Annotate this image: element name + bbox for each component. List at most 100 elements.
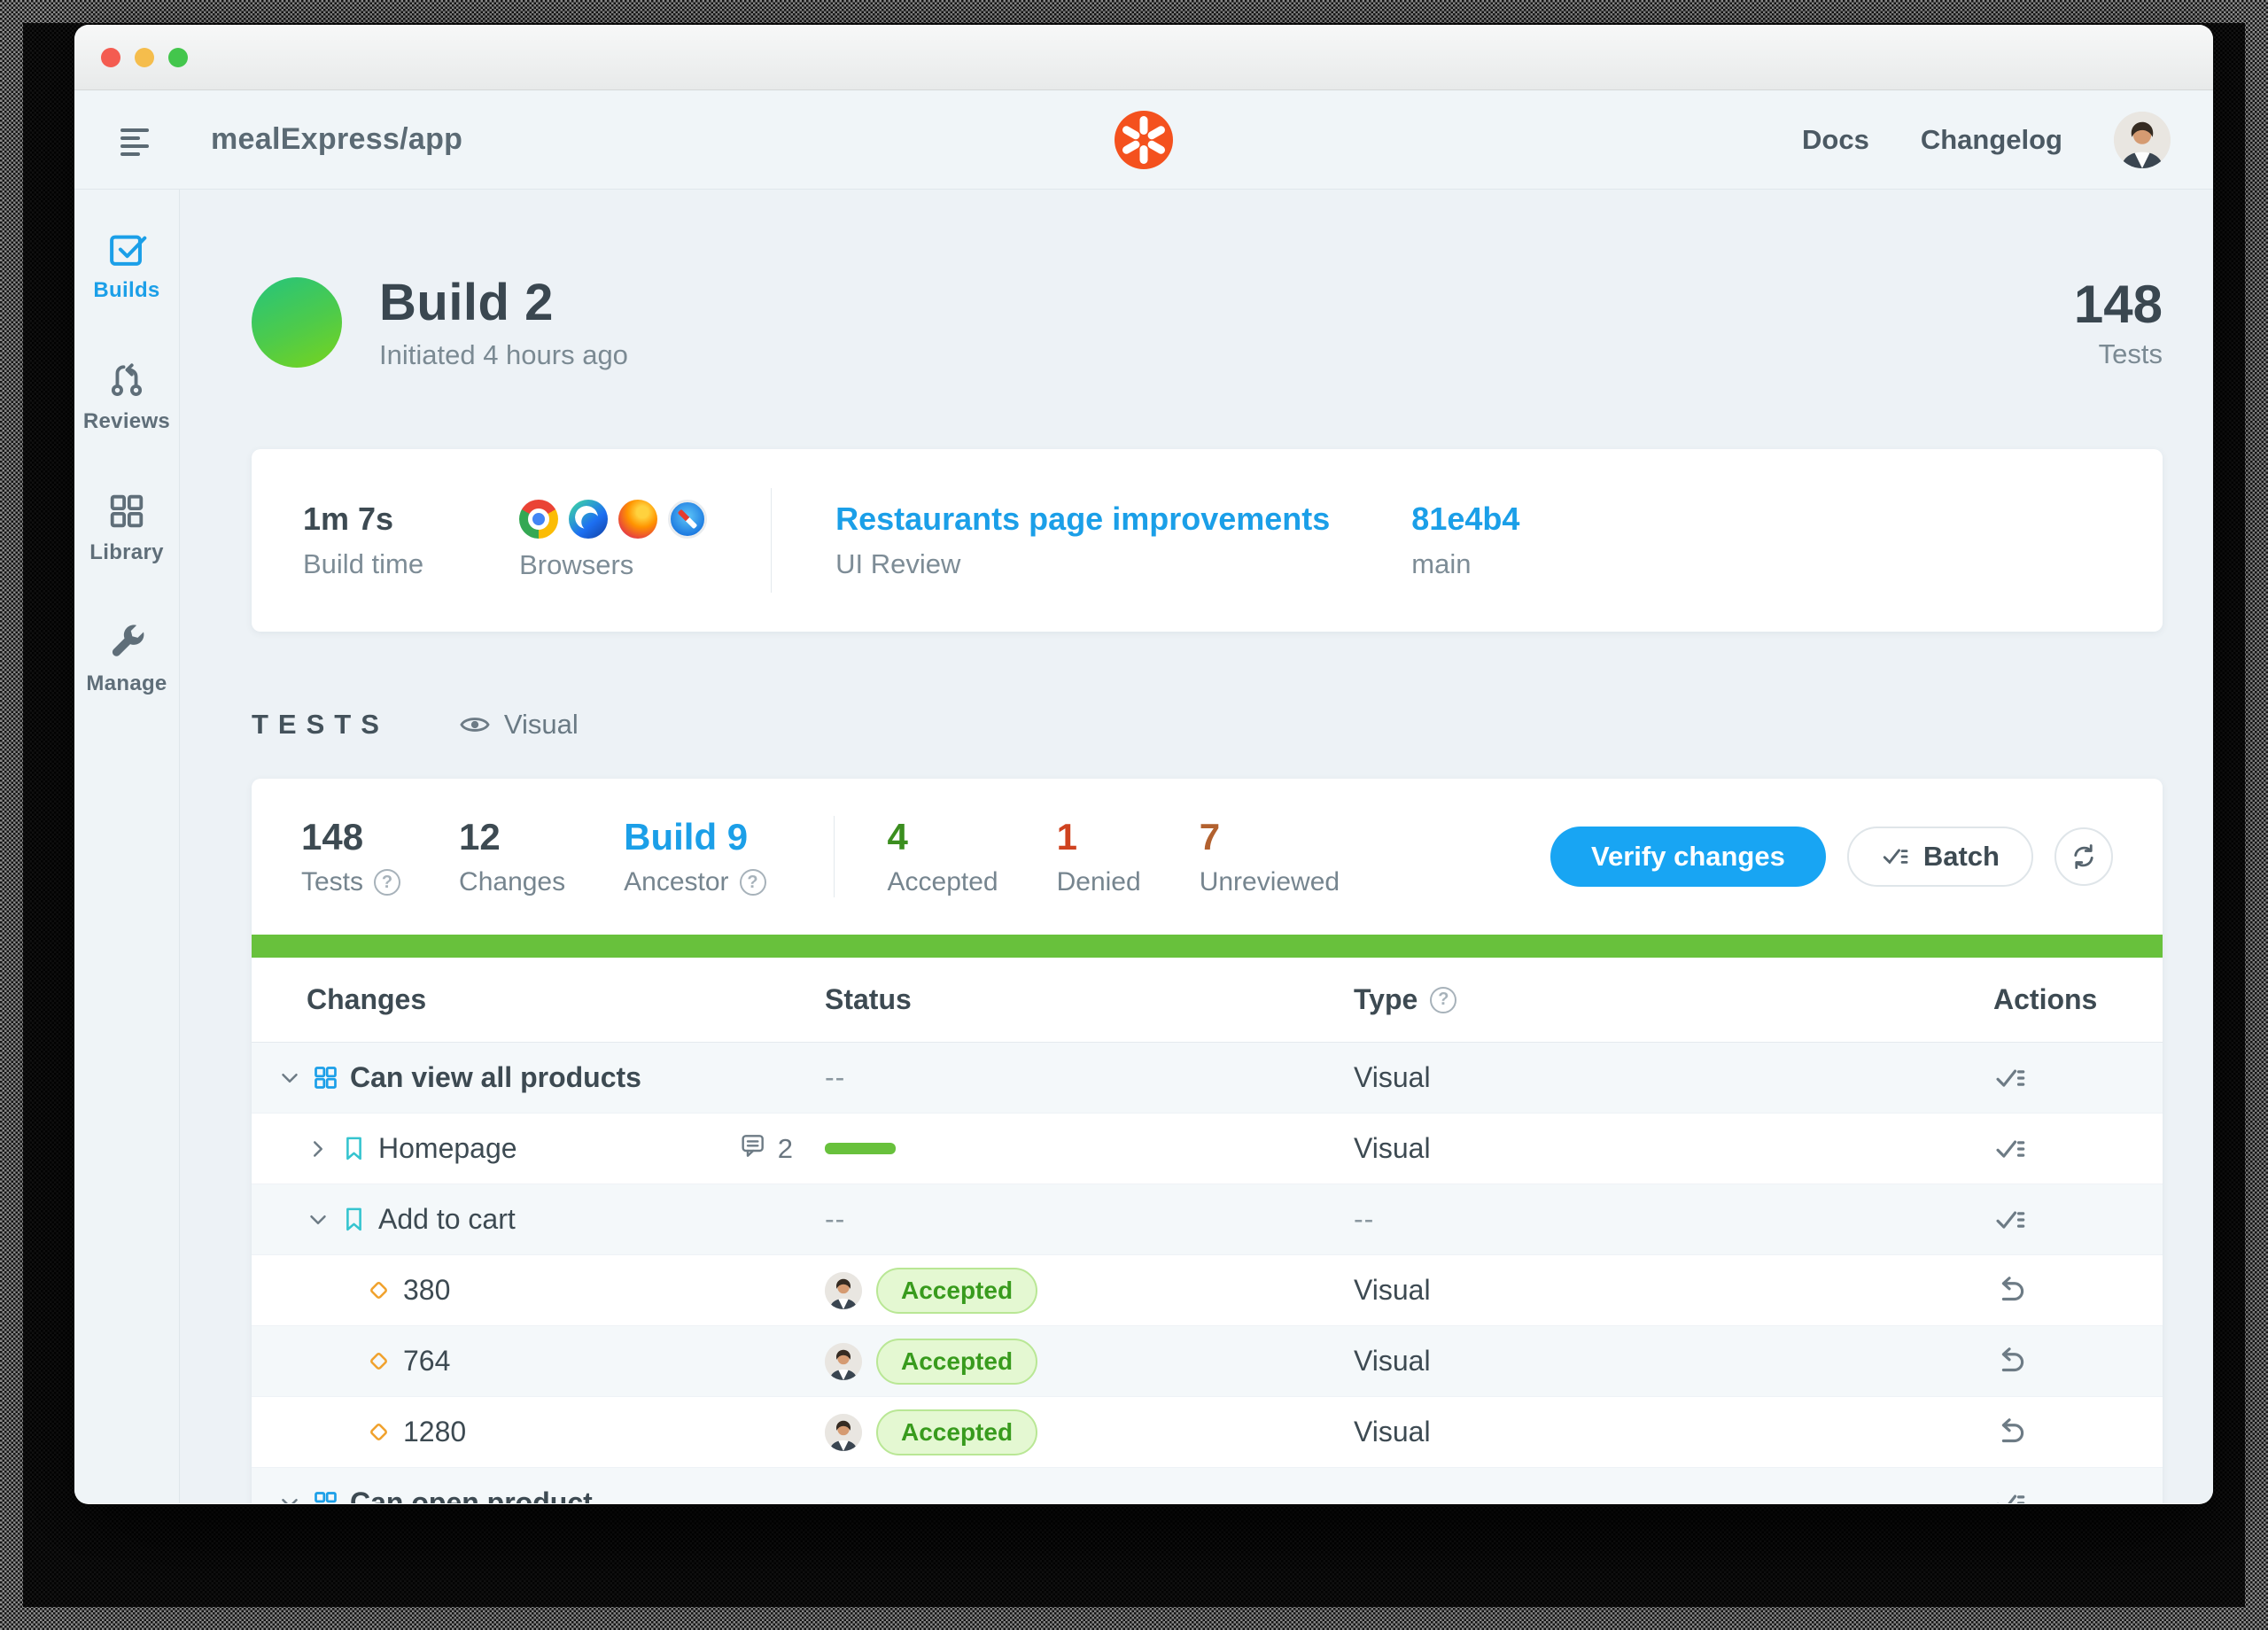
grid-icon xyxy=(312,1489,339,1503)
stat-label: Tests? xyxy=(301,867,400,897)
status-empty: -- xyxy=(825,1486,845,1503)
type-value: Visual xyxy=(1354,1274,1431,1307)
stat-unreviewed: 7 Unreviewed xyxy=(1200,816,1340,897)
commit-info: 81e4b4 main xyxy=(1411,501,1519,580)
build-progress-bar xyxy=(252,935,2163,958)
change-name: 1280 xyxy=(403,1416,466,1448)
stats-divider xyxy=(834,816,835,897)
type-empty: -- xyxy=(1354,1203,1374,1236)
tests-count: 148 xyxy=(2074,274,2163,335)
caret-down-icon[interactable] xyxy=(276,1065,303,1091)
bookmark-icon xyxy=(340,1135,368,1162)
diamond-icon xyxy=(365,1277,392,1304)
stat-value: 7 xyxy=(1200,816,1340,858)
stat-value: 148 xyxy=(301,816,400,858)
visual-filter[interactable]: Visual xyxy=(458,708,579,741)
commit-link[interactable]: 81e4b4 xyxy=(1411,501,1519,538)
undo-icon[interactable] xyxy=(1993,1274,2027,1308)
batch-accept-icon[interactable] xyxy=(1993,1061,2027,1095)
safari-browser-icon xyxy=(668,500,707,539)
reviews-icon xyxy=(106,360,147,400)
menu-icon[interactable] xyxy=(117,122,152,158)
caret-down-icon[interactable] xyxy=(276,1490,303,1504)
bookmark-icon xyxy=(340,1206,368,1233)
reviewer-avatar xyxy=(825,1343,862,1380)
sidebar-item-library[interactable]: Library xyxy=(89,491,163,565)
reviewer-avatar xyxy=(825,1414,862,1451)
table-row[interactable]: Homepage2Visual xyxy=(252,1114,2163,1184)
changelog-link[interactable]: Changelog xyxy=(1921,124,2062,156)
diamond-icon xyxy=(365,1418,392,1446)
main-content: Build 2 Initiated 4 hours ago 148 Tests … xyxy=(180,190,2213,1503)
change-name: Add to cart xyxy=(378,1203,516,1236)
project-name[interactable]: mealExpress/app xyxy=(211,122,462,157)
batch-accept-icon[interactable] xyxy=(1993,1132,2027,1166)
close-window-button[interactable] xyxy=(101,48,120,67)
stat-label: Unreviewed xyxy=(1200,867,1340,897)
window-titlebar xyxy=(74,25,2213,90)
help-icon[interactable]: ? xyxy=(1430,987,1456,1013)
browsers: Browsers xyxy=(519,500,707,581)
app-window: mealExpress/app Docs Changelog xyxy=(74,25,2213,1504)
stat-label: Changes xyxy=(459,867,565,897)
stat-accepted: 4Accepted xyxy=(888,816,998,897)
change-name: Can open product xyxy=(350,1486,593,1503)
tests-heading: TESTS xyxy=(252,709,389,741)
table-row[interactable]: 380 Accepted Visual xyxy=(252,1255,2163,1326)
caret-right-icon[interactable] xyxy=(305,1136,331,1162)
undo-icon[interactable] xyxy=(1993,1345,2027,1378)
status-badge: Accepted xyxy=(876,1409,1037,1455)
stat-changes: 12Changes xyxy=(459,816,565,897)
app-header: mealExpress/app Docs Changelog xyxy=(74,90,2213,190)
sidebar-item-manage[interactable]: Manage xyxy=(86,622,167,696)
caret-down-icon[interactable] xyxy=(305,1207,331,1233)
status-badge: Accepted xyxy=(876,1268,1037,1314)
table-row[interactable]: Add to cart -- -- xyxy=(252,1184,2163,1255)
batch-checklist-icon xyxy=(1881,842,1911,872)
library-icon xyxy=(106,491,147,532)
stat-value[interactable]: Build 9 xyxy=(624,816,765,858)
stat-denied: 1Denied xyxy=(1057,816,1141,897)
sidebar-item-reviews[interactable]: Reviews xyxy=(83,360,170,434)
manage-icon xyxy=(106,622,147,663)
type-empty: -- xyxy=(1354,1486,1374,1503)
table-row[interactable]: Can view all products--Visual xyxy=(252,1043,2163,1114)
stat-ancestor[interactable]: Build 9Ancestor? xyxy=(624,816,765,897)
table-row[interactable]: 1280 Accepted Visual xyxy=(252,1397,2163,1468)
stat-tests: 148 Tests? xyxy=(301,816,400,897)
refresh-button[interactable] xyxy=(2054,827,2113,886)
table-row[interactable]: 764 AcceptedVisual xyxy=(252,1326,2163,1397)
comment-icon xyxy=(739,1131,767,1167)
change-name: 764 xyxy=(403,1345,450,1378)
column-header-actions: Actions xyxy=(1938,983,2163,1016)
table-row[interactable]: Can open product -- -- xyxy=(252,1468,2163,1503)
stat-label: Denied xyxy=(1057,867,1141,897)
batch-accept-icon[interactable] xyxy=(1993,1486,2027,1504)
status-progress-bar xyxy=(825,1143,896,1154)
stat-label: Accepted xyxy=(888,867,998,897)
app-logo-icon xyxy=(1115,111,1173,169)
sidebar-item-label: Library xyxy=(89,540,163,565)
grid-icon xyxy=(312,1064,339,1091)
help-icon[interactable]: ? xyxy=(374,869,400,896)
diamond-icon xyxy=(365,1347,392,1375)
build-header: Build 2 Initiated 4 hours ago 148 Tests xyxy=(252,273,2163,371)
column-header-changes: Changes xyxy=(252,983,770,1016)
batch-button[interactable]: Batch xyxy=(1847,827,2033,887)
status-badge: Accepted xyxy=(876,1339,1037,1385)
help-icon[interactable]: ? xyxy=(740,869,766,896)
tests-count-label: Tests xyxy=(2074,338,2163,370)
undo-icon[interactable] xyxy=(1993,1416,2027,1449)
minimize-window-button[interactable] xyxy=(135,48,154,67)
review-title-link[interactable]: Restaurants page improvements xyxy=(835,501,1330,538)
docs-link[interactable]: Docs xyxy=(1802,124,1869,156)
batch-accept-icon[interactable] xyxy=(1993,1203,2027,1237)
verify-changes-button[interactable]: Verify changes xyxy=(1550,827,1826,887)
zoom-window-button[interactable] xyxy=(168,48,188,67)
type-value: Visual xyxy=(1354,1416,1431,1448)
change-name: Can view all products xyxy=(350,1061,641,1094)
user-avatar[interactable] xyxy=(2114,112,2171,168)
sidebar-item-builds[interactable]: Builds xyxy=(93,229,159,303)
change-name: 380 xyxy=(403,1274,450,1307)
status-empty: -- xyxy=(825,1203,845,1236)
